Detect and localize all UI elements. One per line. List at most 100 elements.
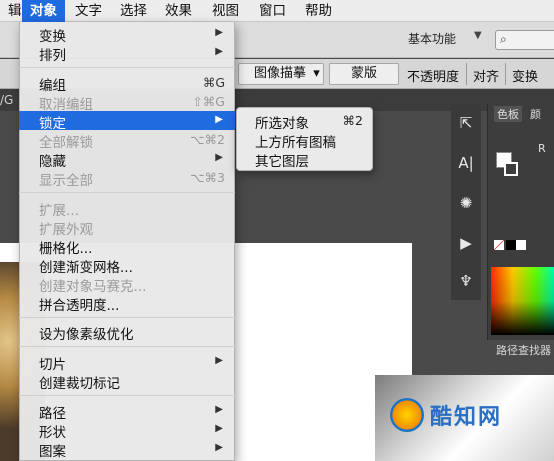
shortcut-label: ⌘2 xyxy=(342,113,363,128)
menu-item-label: 栅格化... xyxy=(39,241,93,257)
menu-object[interactable]: 对象 xyxy=(22,0,65,22)
menu-separator xyxy=(19,317,235,318)
logo-icon xyxy=(390,398,424,432)
menu-select[interactable]: 选择 xyxy=(112,0,155,22)
artwork-text: 酷知网 xyxy=(430,404,503,430)
menu-separator xyxy=(19,192,235,193)
transform-button[interactable]: 变换 xyxy=(512,66,538,85)
play-icon[interactable]: ▶ xyxy=(455,232,477,254)
menu-item-pattern[interactable]: 图案 ▶ xyxy=(19,439,235,460)
submenu-item-lock-selection[interactable]: 所选对象 ⌘2 xyxy=(236,111,373,132)
menu-item-path[interactable]: 路径 ▶ xyxy=(19,401,235,422)
menu-item-label: 其它图层 xyxy=(255,154,309,170)
export-icon[interactable]: ⇱ xyxy=(455,112,477,134)
menu-item-label: 图案 xyxy=(39,444,66,460)
pathfinder-panel-tab[interactable]: 路径查找器 xyxy=(496,342,551,358)
menu-item-rasterize[interactable]: 栅格化... xyxy=(19,236,235,257)
color-spectrum[interactable] xyxy=(491,267,554,335)
menu-item-label: 创建渐变网格... xyxy=(39,260,133,276)
submenu-item-lock-other-layers[interactable]: 其它图层 xyxy=(236,149,373,170)
menu-item-label: 扩展... xyxy=(39,203,79,219)
submenu-arrow-icon: ▶ xyxy=(215,404,223,415)
menu-help[interactable]: 帮助 xyxy=(297,0,340,22)
menu-window[interactable]: 窗口 xyxy=(251,0,294,22)
menu-item-lock[interactable]: 锁定 ▶ xyxy=(19,111,235,132)
shortcut-label: ⌘G xyxy=(202,75,225,90)
tools-panel: ⇱ A| ✺ ▶ ♆ xyxy=(451,104,481,300)
menu-bar: 辑 对象 文字 选择 效果 视图 窗口 帮助 xyxy=(0,0,554,22)
menu-item-label: 切片 xyxy=(39,357,66,373)
shortcut-label: ⌥⌘3 xyxy=(190,170,225,185)
menu-separator xyxy=(19,67,235,68)
menu-separator xyxy=(19,395,235,396)
menu-item-group[interactable]: 编组 ⌘G xyxy=(19,73,235,94)
menu-item-create-object-mosaic[interactable]: 创建对象马赛克... xyxy=(19,274,235,295)
menu-separator xyxy=(19,346,235,347)
menu-item-hide[interactable]: 隐藏 ▶ xyxy=(19,149,235,170)
submenu-arrow-icon: ▶ xyxy=(215,442,223,453)
menu-item-create-gradient-mesh[interactable]: 创建渐变网格... xyxy=(19,255,235,276)
opacity-button[interactable]: 不透明度 xyxy=(407,66,459,85)
submenu-item-lock-artwork-above[interactable]: 上方所有图稿 xyxy=(236,130,373,151)
submenu-arrow-icon: ▶ xyxy=(215,46,223,57)
menu-item-label: 创建裁切标记 xyxy=(39,376,120,392)
shortcut-label: ⇧⌘G xyxy=(192,94,225,109)
submenu-arrow-icon: ▶ xyxy=(215,114,223,125)
menu-item-label: 变换 xyxy=(39,29,66,45)
menu-item-label: 锁定 xyxy=(39,116,66,132)
menu-item-expand[interactable]: 扩展... xyxy=(19,198,235,219)
menu-item-label: 设为像素级优化 xyxy=(39,327,134,343)
shortcut-label: ⌥⌘2 xyxy=(190,132,225,147)
menu-item-label: 显示全部 xyxy=(39,173,93,189)
mask-button[interactable]: 蒙版 xyxy=(329,63,399,85)
image-trace-dropdown[interactable]: ▾ xyxy=(310,63,324,85)
sun-icon[interactable]: ✺ xyxy=(455,192,477,214)
stroke-swatch[interactable] xyxy=(504,162,518,176)
black-swatch[interactable] xyxy=(506,240,516,250)
menu-item-label: 创建对象马赛克... xyxy=(39,279,147,295)
menu-item-label: 取消编组 xyxy=(39,97,93,113)
align-button[interactable]: 对齐 xyxy=(473,66,499,85)
menu-item-label: 所选对象 xyxy=(255,116,309,132)
menu-item-expand-appearance[interactable]: 扩展外观 xyxy=(19,217,235,238)
menu-item-ungroup[interactable]: 取消编组 ⇧⌘G xyxy=(19,92,235,113)
menu-view[interactable]: 视图 xyxy=(204,0,247,22)
menu-item-label: 形状 xyxy=(39,425,66,441)
search-icon: ⌕ xyxy=(500,32,507,46)
menu-item-label: 路径 xyxy=(39,406,66,422)
menu-item-label: 排列 xyxy=(39,48,66,64)
divider xyxy=(466,63,467,85)
submenu-arrow-icon: ▶ xyxy=(215,27,223,38)
menu-item-create-trim-marks[interactable]: 创建裁切标记 xyxy=(19,371,235,392)
menu-item-show-all[interactable]: 显示全部 ⌥⌘3 xyxy=(19,168,235,189)
search-input[interactable]: ⌕ xyxy=(495,30,554,50)
menu-item-label: 全部解锁 xyxy=(39,135,93,151)
puppet-icon[interactable]: ♆ xyxy=(455,270,477,292)
menu-item-unlock-all[interactable]: 全部解锁 ⌥⌘2 xyxy=(19,130,235,151)
submenu-arrow-icon: ▶ xyxy=(215,423,223,434)
menu-item-pixel-perfect[interactable]: 设为像素级优化 xyxy=(19,322,235,343)
white-swatch[interactable] xyxy=(516,240,526,250)
chevron-down-icon[interactable]: ▼ xyxy=(474,30,482,41)
workspace-switcher[interactable]: 基本功能 xyxy=(408,30,456,47)
menu-item-flatten-transparency[interactable]: 拼合透明度... xyxy=(19,293,235,314)
r-channel-label: R xyxy=(538,142,546,155)
menu-item-label: 上方所有图稿 xyxy=(255,135,336,151)
menu-item-slice[interactable]: 切片 ▶ xyxy=(19,352,235,373)
character-icon[interactable]: A| xyxy=(455,152,477,174)
menu-item-arrange[interactable]: 排列 ▶ xyxy=(19,43,235,64)
none-swatch[interactable] xyxy=(494,240,504,250)
divider xyxy=(505,63,506,85)
menu-effect[interactable]: 效果 xyxy=(157,0,200,22)
tab-swatches[interactable]: 色板 xyxy=(494,106,522,122)
menu-item-label: 编组 xyxy=(39,78,66,94)
submenu-arrow-icon: ▶ xyxy=(215,355,223,366)
menu-item-transform[interactable]: 变换 ▶ xyxy=(19,24,235,45)
document-tab[interactable]: /G xyxy=(0,93,13,107)
menu-item-label: 拼合透明度... xyxy=(39,298,120,314)
menu-item-label: 扩展外观 xyxy=(39,222,93,238)
menu-item-shape[interactable]: 形状 ▶ xyxy=(19,420,235,441)
menu-item-label: 隐藏 xyxy=(39,154,66,170)
tab-color[interactable]: 颜 xyxy=(530,106,541,122)
menu-type[interactable]: 文字 xyxy=(67,0,110,22)
